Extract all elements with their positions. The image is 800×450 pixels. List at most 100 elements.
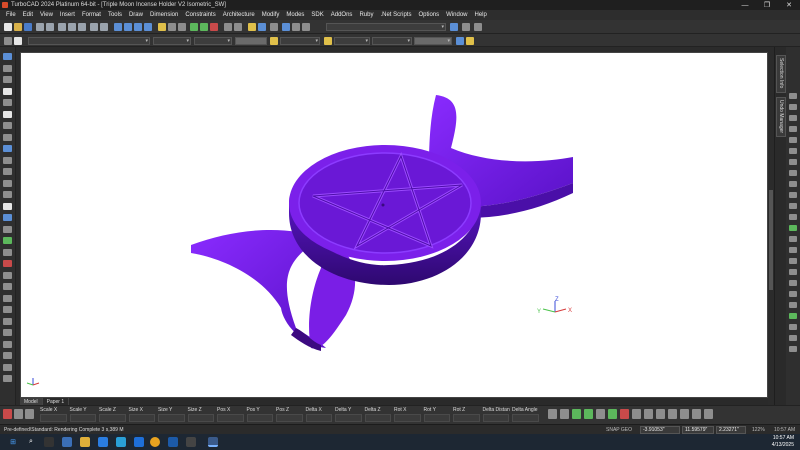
grid-icon[interactable] xyxy=(178,23,186,31)
drawing-tool-icon[interactable] xyxy=(3,375,12,382)
layers-panel-icon[interactable] xyxy=(224,23,232,31)
measure-input-pos-y[interactable] xyxy=(246,414,273,422)
tab-paper-1[interactable]: Paper 1 xyxy=(43,398,70,405)
drawing-tool-icon[interactable] xyxy=(3,260,12,267)
drawing-tool-icon[interactable] xyxy=(3,76,12,83)
zoom-window-icon[interactable] xyxy=(134,23,142,31)
task-view-icon[interactable] xyxy=(44,437,54,447)
modify-tool-icon[interactable] xyxy=(789,137,797,143)
drawing-tool-icon[interactable] xyxy=(3,237,12,244)
view-icon[interactable] xyxy=(190,23,198,31)
menu-tools[interactable]: Tools xyxy=(108,12,122,18)
file-explorer-icon[interactable] xyxy=(80,437,90,447)
pen-style-dropdown[interactable]: ▾ xyxy=(194,37,232,45)
light-icon[interactable] xyxy=(248,23,256,31)
snap-mode-icon[interactable] xyxy=(548,409,557,419)
material-icon[interactable] xyxy=(258,23,266,31)
snap-mode-icon[interactable] xyxy=(656,409,665,419)
zoom-icon[interactable] xyxy=(124,23,132,31)
modify-tool-icon[interactable] xyxy=(789,346,797,352)
measure-input-rot-x[interactable] xyxy=(394,414,421,422)
drawing-tool-icon[interactable] xyxy=(3,133,12,141)
snap-mode-icon[interactable] xyxy=(680,409,689,419)
drawing-tool-icon[interactable] xyxy=(3,248,12,256)
box-3d-icon[interactable] xyxy=(282,23,290,31)
drawing-tool-icon[interactable] xyxy=(3,145,12,152)
modify-tool-icon[interactable] xyxy=(789,93,797,99)
redo-icon[interactable] xyxy=(100,23,108,31)
edge-icon[interactable] xyxy=(116,437,126,447)
zoom-extents-icon[interactable] xyxy=(144,23,152,31)
snap-mode-icon[interactable] xyxy=(572,409,581,419)
pen-color-dropdown[interactable]: ▾ xyxy=(153,37,191,45)
measure-input-scale-z[interactable] xyxy=(99,414,126,422)
chrome-icon[interactable] xyxy=(150,437,160,447)
taskbar-clock[interactable]: 10:57 AM 4/13/2025 xyxy=(772,435,794,449)
snap-mode-icon[interactable] xyxy=(668,409,677,419)
search-icon[interactable]: ⌕ xyxy=(26,437,36,447)
measure-input-pos-x[interactable] xyxy=(217,414,244,422)
snap-mode-icon[interactable] xyxy=(632,409,641,419)
drawing-tool-icon[interactable] xyxy=(3,283,12,290)
windows-start-icon[interactable]: ⊞ xyxy=(8,437,18,447)
brush-dropdown[interactable]: ▾ xyxy=(280,37,320,45)
snap-mode-icon[interactable] xyxy=(584,409,593,419)
measure-input-delta-angle[interactable] xyxy=(512,414,539,422)
modify-tool-icon[interactable] xyxy=(789,115,797,121)
turbocad-taskbar-icon[interactable] xyxy=(208,437,218,447)
menu-modify[interactable]: Modify xyxy=(262,12,280,18)
drawing-tool-icon[interactable] xyxy=(3,340,12,348)
options-icon[interactable] xyxy=(302,23,310,31)
menu-insert[interactable]: Insert xyxy=(60,12,75,18)
measure-icon[interactable] xyxy=(270,23,278,31)
world-plane-icon[interactable] xyxy=(200,23,208,31)
menu-ruby[interactable]: Ruby xyxy=(359,12,373,18)
menu-architecture[interactable]: Architecture xyxy=(223,12,255,18)
drawing-tool-icon[interactable] xyxy=(3,202,12,210)
undo-icon[interactable] xyxy=(90,23,98,31)
pen-width-field[interactable] xyxy=(235,37,267,45)
selection-info-tab[interactable]: Selection Info xyxy=(776,55,786,93)
camera-icon[interactable] xyxy=(234,23,242,31)
print-icon[interactable] xyxy=(36,23,44,31)
drawing-tool-icon[interactable] xyxy=(3,271,12,279)
modify-tool-icon[interactable] xyxy=(789,236,797,242)
measure-input-delta-z[interactable] xyxy=(364,414,391,422)
paint-icon[interactable] xyxy=(466,37,474,45)
properties-icon[interactable] xyxy=(474,23,482,31)
drawing-tool-icon[interactable] xyxy=(3,179,12,187)
cut-icon[interactable] xyxy=(58,23,66,31)
drawing-tool-icon[interactable] xyxy=(3,225,12,233)
open-folder-icon[interactable] xyxy=(14,23,22,31)
restore-button[interactable]: ❐ xyxy=(756,0,778,10)
render-icon[interactable] xyxy=(158,23,166,31)
scale-field[interactable]: ▾ xyxy=(414,37,452,45)
modify-tool-icon[interactable] xyxy=(789,225,797,231)
snap-mode-icon[interactable] xyxy=(644,409,653,419)
x-coordinate-field[interactable]: -3.91053" xyxy=(640,426,680,434)
pattern-dropdown[interactable]: ▾ xyxy=(372,37,412,45)
menu-window[interactable]: Window xyxy=(446,12,467,18)
modify-tool-icon[interactable] xyxy=(789,313,797,319)
menu-dimension[interactable]: Dimension xyxy=(150,12,178,18)
measure-input-delta-x[interactable] xyxy=(305,414,332,422)
measure-input-size-z[interactable] xyxy=(187,414,214,422)
transform-icon[interactable] xyxy=(3,409,12,419)
brush-icon[interactable] xyxy=(270,37,278,45)
snap-mode-icon[interactable] xyxy=(608,409,617,419)
store-icon[interactable] xyxy=(98,437,108,447)
drawing-canvas[interactable]: Z X Y xyxy=(20,52,768,398)
modify-tool-icon[interactable] xyxy=(789,159,797,165)
modify-tool-icon[interactable] xyxy=(789,258,797,264)
modify-tool-icon[interactable] xyxy=(789,269,797,275)
measure-input-scale-x[interactable] xyxy=(40,414,67,422)
fill-icon[interactable] xyxy=(324,37,332,45)
measure-input-delta-y[interactable] xyxy=(335,414,362,422)
snap-mode-icon[interactable] xyxy=(620,409,629,419)
palette-icon[interactable] xyxy=(462,23,470,31)
modify-tool-icon[interactable] xyxy=(789,302,797,308)
menu-format[interactable]: Format xyxy=(82,12,101,18)
drawing-tool-icon[interactable] xyxy=(3,87,12,95)
drawing-tool-icon[interactable] xyxy=(3,53,12,60)
drawing-tool-icon[interactable] xyxy=(3,64,12,72)
